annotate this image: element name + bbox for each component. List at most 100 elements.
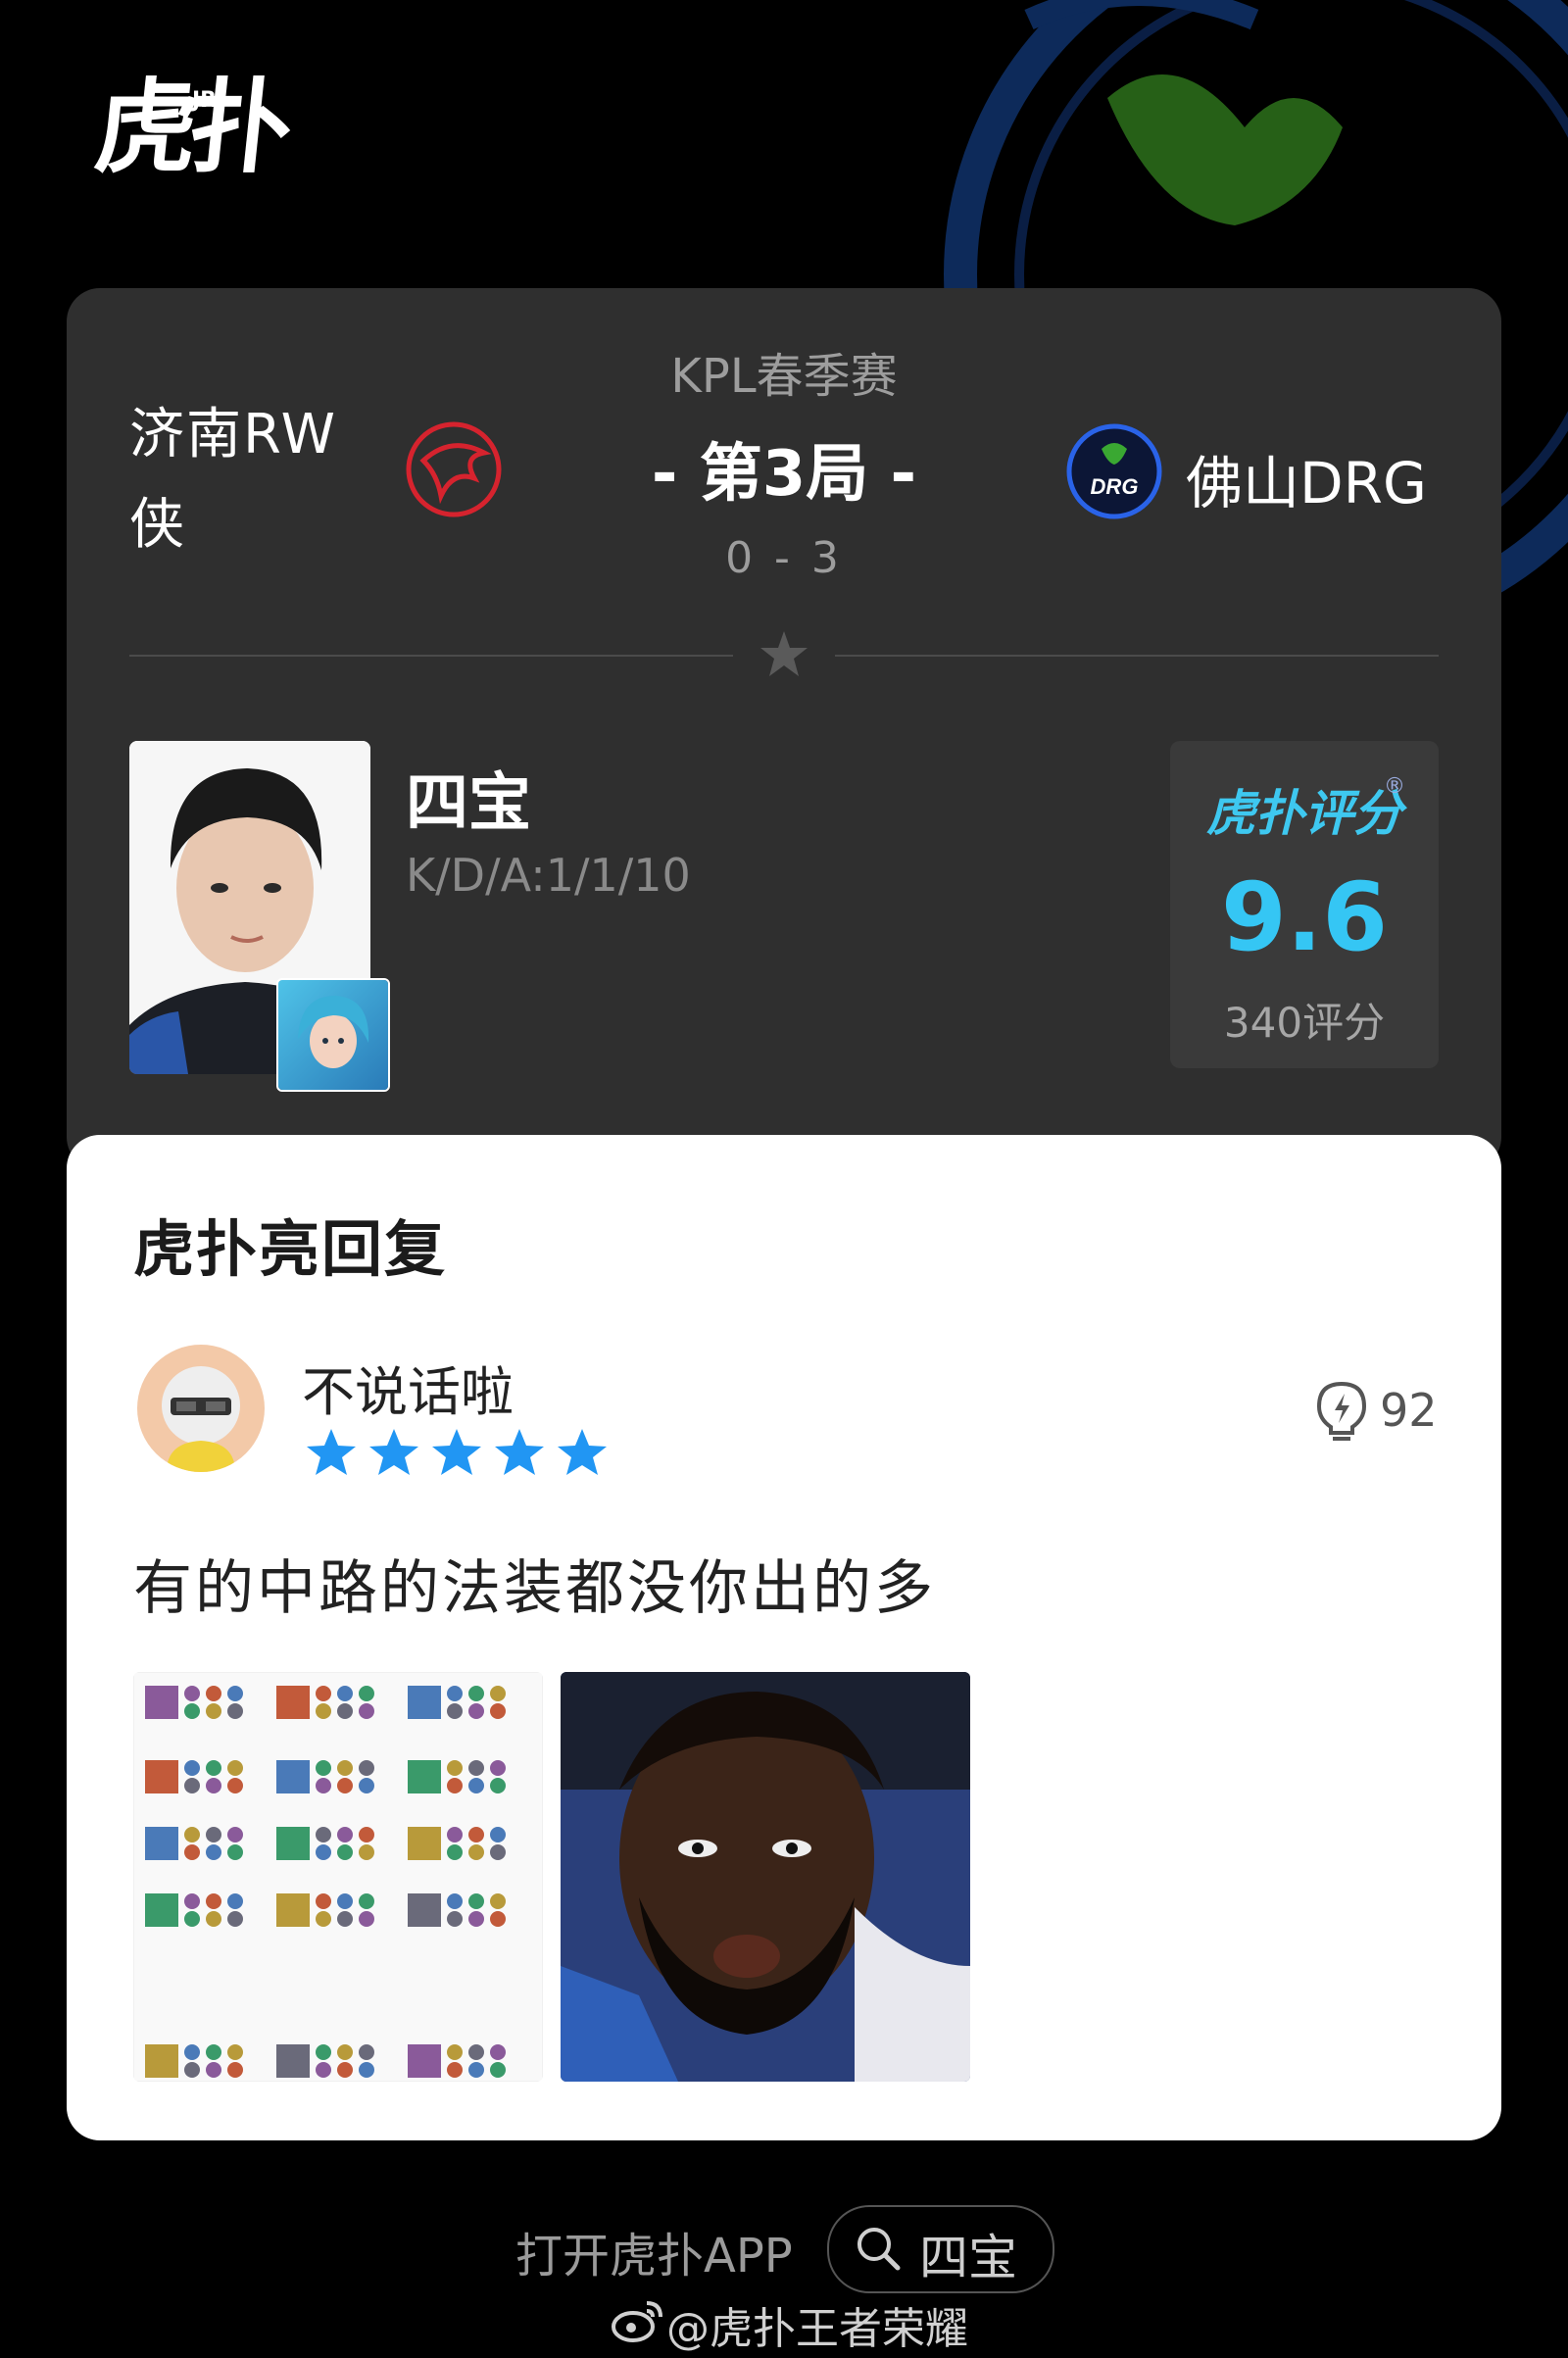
user-star-rating — [307, 1429, 607, 1475]
build-hero-thumb — [145, 1760, 178, 1793]
build-item-icon — [206, 2044, 221, 2060]
divider — [129, 655, 733, 657]
build-item-icon — [359, 2044, 374, 2060]
build-item-icon — [206, 1686, 221, 1701]
build-item-icon — [447, 1703, 463, 1719]
build-item-icon — [490, 1703, 506, 1719]
star-icon — [432, 1429, 481, 1475]
build-item-icon — [184, 1911, 200, 1927]
build-item-icon — [447, 1778, 463, 1793]
build-item-icon — [206, 1893, 221, 1909]
build-item-icon — [337, 1703, 353, 1719]
light-count: 92 — [1380, 1384, 1438, 1437]
build-item-icon — [468, 1686, 484, 1701]
build-item-icon — [468, 1760, 484, 1776]
build-item-icon — [447, 1844, 463, 1860]
build-item-icon — [447, 2062, 463, 2078]
reply-image-build-screenshot[interactable] — [133, 1672, 543, 2082]
build-item-icon — [227, 1844, 243, 1860]
reply-image-reaction-photo[interactable] — [561, 1672, 970, 2082]
build-hero-thumb — [145, 2044, 178, 2078]
drg-team-logo[interactable]: DRG — [1062, 419, 1166, 523]
build-hero-thumb — [145, 1827, 178, 1860]
reply-user-name[interactable]: 不说话啦 — [302, 1349, 514, 1426]
build-item-icon — [316, 1760, 331, 1776]
player-name[interactable]: 四宝 — [406, 753, 531, 843]
build-item-icon — [468, 1703, 484, 1719]
build-hero-thumb — [276, 1827, 310, 1860]
build-item-icon — [206, 1760, 221, 1776]
rw-team-logo[interactable] — [402, 418, 506, 521]
build-item-icon — [316, 1911, 331, 1927]
build-item-icon — [206, 1703, 221, 1719]
build-item-icon — [490, 1760, 506, 1776]
build-item-icon — [468, 1827, 484, 1842]
build-item-icon — [359, 1827, 374, 1842]
build-hero-thumb — [276, 1760, 310, 1793]
build-item-icon — [206, 1827, 221, 1842]
build-item-icon — [468, 1778, 484, 1793]
build-item-icon — [468, 1893, 484, 1909]
build-item-icon — [490, 1911, 506, 1927]
build-item-icon — [468, 2044, 484, 2060]
build-item-icon — [184, 1844, 200, 1860]
build-item-icon — [184, 1778, 200, 1793]
build-item-icon — [490, 1844, 506, 1860]
star-icon — [369, 1429, 418, 1475]
build-item-icon — [227, 2044, 243, 2060]
build-item-icon — [490, 1778, 506, 1793]
hupu-logo-jr: JR — [192, 88, 218, 113]
build-item-icon — [316, 1893, 331, 1909]
hupu-logo: 虎扑 — [89, 68, 291, 187]
build-item-icon — [316, 2044, 331, 2060]
user-avatar[interactable] — [137, 1345, 265, 1472]
weibo-icon — [612, 2301, 662, 2342]
team-left-name[interactable]: 济南RW侠 — [129, 390, 355, 570]
build-hero-thumb — [276, 1686, 310, 1719]
build-item-icon — [490, 1686, 506, 1701]
reply-comment-text: 有的中路的法装都没你出的多 — [133, 1554, 936, 1623]
build-item-icon — [468, 1911, 484, 1927]
build-item-icon — [447, 2044, 463, 2060]
build-item-icon — [206, 1844, 221, 1860]
open-app-link[interactable]: 打开虎扑APP — [515, 2217, 793, 2285]
build-item-icon — [316, 2062, 331, 2078]
build-item-icon — [359, 1893, 374, 1909]
build-item-icon — [184, 1760, 200, 1776]
build-item-icon — [337, 1844, 353, 1860]
lightbulb-icon[interactable] — [1313, 1380, 1370, 1443]
build-item-icon — [184, 1893, 200, 1909]
build-item-icon — [206, 2062, 221, 2078]
reply-section-title: 虎扑亮回复 — [133, 1213, 448, 1285]
hero-avatar[interactable] — [276, 978, 390, 1092]
build-item-icon — [184, 1827, 200, 1842]
build-item-icon — [184, 2062, 200, 2078]
team-right-name[interactable]: 佛山DRG — [1186, 437, 1427, 519]
build-item-icon — [490, 2044, 506, 2060]
player-kda: K/D/A:1/1/10 — [406, 849, 691, 902]
divider — [835, 655, 1439, 657]
search-term[interactable]: 四宝 — [919, 2219, 1017, 2289]
build-hero-thumb — [145, 1686, 178, 1719]
svg-text:DRG: DRG — [1091, 474, 1139, 499]
build-item-icon — [184, 1703, 200, 1719]
build-item-icon — [490, 1827, 506, 1842]
round-label: - 第3局 - — [651, 438, 917, 511]
build-item-icon — [206, 1778, 221, 1793]
build-item-icon — [359, 1703, 374, 1719]
build-item-icon — [227, 1760, 243, 1776]
build-item-icon — [337, 1827, 353, 1842]
build-item-icon — [227, 1827, 243, 1842]
build-item-icon — [359, 1844, 374, 1860]
build-item-icon — [337, 1911, 353, 1927]
build-item-icon — [227, 1686, 243, 1701]
build-item-icon — [359, 1778, 374, 1793]
build-item-icon — [337, 2062, 353, 2078]
build-hero-thumb — [276, 2044, 310, 2078]
build-item-icon — [447, 1760, 463, 1776]
build-hero-thumb — [408, 1827, 441, 1860]
star-icon — [495, 1429, 544, 1475]
build-item-icon — [227, 1778, 243, 1793]
build-item-icon — [468, 1844, 484, 1860]
build-item-icon — [490, 2062, 506, 2078]
